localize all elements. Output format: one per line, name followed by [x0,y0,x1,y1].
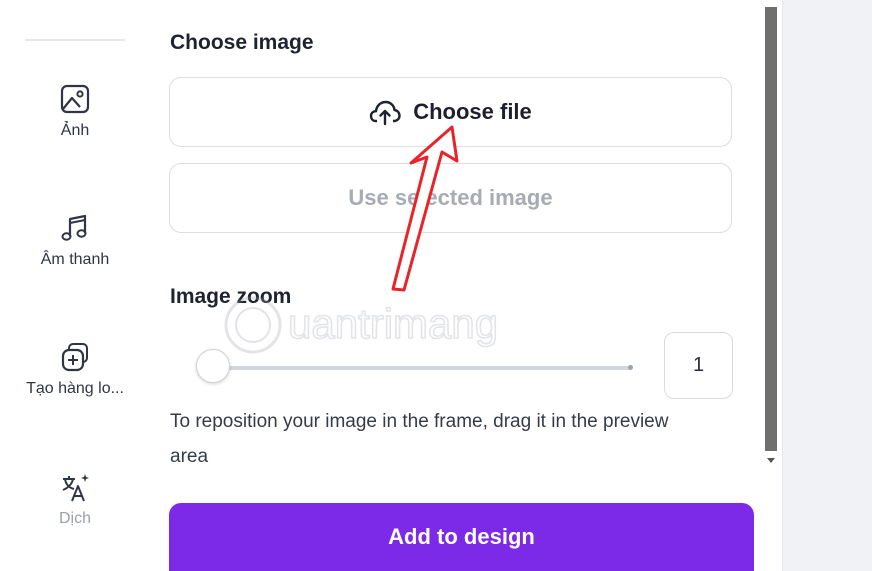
choose-image-heading: Choose image [170,31,314,54]
sidebar-item-translate[interactable]: Dịch [0,470,150,528]
zoom-slider-track[interactable] [214,366,632,370]
image-icon [60,84,90,114]
zoom-slider-thumb[interactable] [196,349,230,383]
music-icon [61,214,87,241]
scrollbar-thumb[interactable] [765,7,777,451]
use-selected-image-button[interactable]: Use selected image [169,163,732,233]
translate-icon [62,474,89,502]
cloud-upload-icon [370,100,401,126]
sidebar-item-audio[interactable]: Âm thanh [0,211,150,269]
sidebar-item-photos[interactable]: Ảnh [0,82,150,140]
choose-file-button[interactable]: Choose file [169,77,732,147]
sidebar-item-label: Âm thanh [40,251,110,268]
image-zoom-heading: Image zoom [170,285,292,308]
canvas-area [782,0,872,571]
image-panel: Choose image Choose file Use selected im… [150,0,765,571]
sidebar: Ảnh Âm thanh Tạo hàng lo... Dịch [0,0,150,571]
sidebar-item-label: Tạo hàng lo... [26,380,124,397]
scroll-down-arrow-icon[interactable] [767,458,775,463]
batch-create-icon [61,343,88,372]
use-selected-image-label: Use selected image [348,185,553,210]
sidebar-item-bulk-create[interactable]: Tạo hàng lo... [0,340,150,398]
zoom-slider-end-marker [628,365,633,370]
sidebar-item-label: Dịch [58,510,91,527]
choose-file-label: Choose file [413,99,532,124]
sidebar-divider [25,39,125,41]
sidebar-item-label: Ảnh [60,122,90,139]
add-to-design-button[interactable]: Add to design [169,503,754,571]
zoom-value-input[interactable]: 1 [664,332,733,399]
reposition-hint: To reposition your image in the frame, d… [170,411,669,467]
